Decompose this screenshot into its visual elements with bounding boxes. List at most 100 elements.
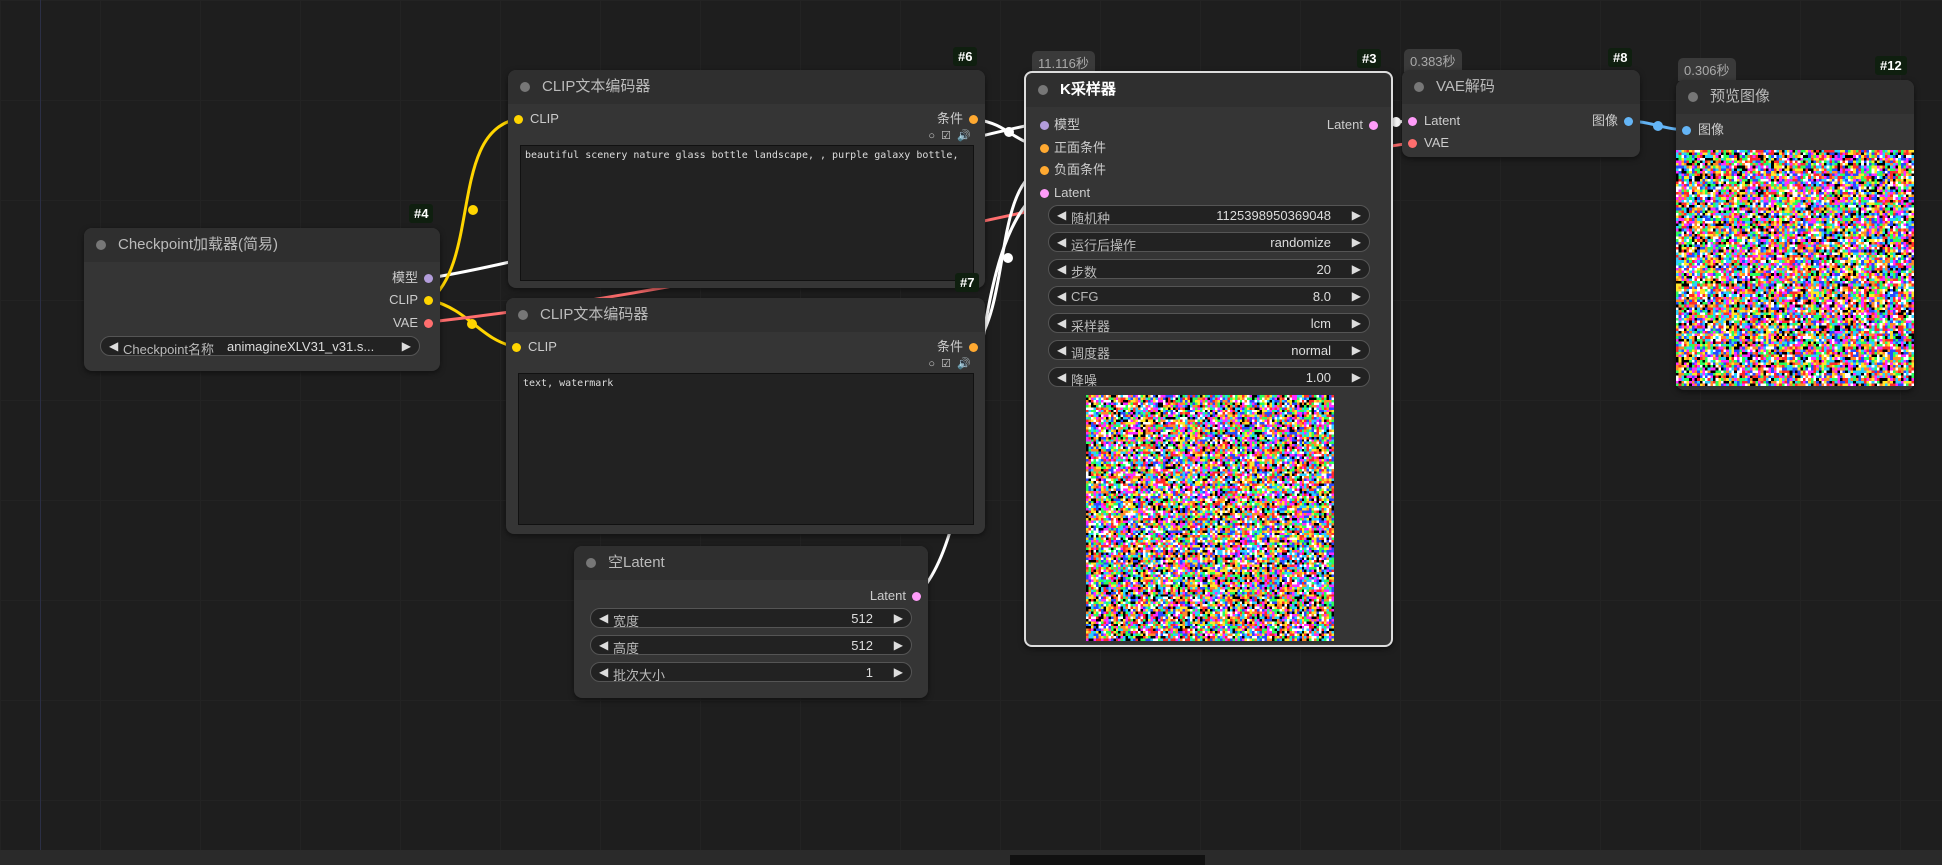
empty-latent-node[interactable]: 空Latent Latent ◀ 宽度 512 ▶ ◀ 高度 512 ▶ ◀ 批… — [574, 546, 928, 698]
output-label-conditioning: 条件 — [936, 111, 963, 126]
node-id-badge: #8 — [1608, 48, 1633, 67]
arrow-right-icon[interactable]: ▶ — [894, 638, 903, 652]
output-pin-model[interactable] — [424, 274, 433, 283]
speaker-icon[interactable]: 🔊 — [957, 129, 971, 142]
steps-number-widget[interactable]: ◀ 步数 20 ▶ — [1048, 259, 1370, 280]
bottom-preview-thumbnail — [1010, 855, 1205, 865]
widget-value: normal — [1291, 343, 1331, 358]
radio-icon[interactable]: ○ — [928, 130, 935, 142]
node-title-text: CLIP文本编码器 — [542, 78, 651, 95]
checkbox-icon[interactable]: ☑ — [941, 129, 951, 142]
node-title-text: 空Latent — [608, 554, 665, 571]
collapse-dot-icon[interactable] — [1038, 85, 1048, 95]
collapse-dot-icon[interactable] — [586, 558, 596, 568]
output-label-image: 图像 — [1591, 113, 1618, 128]
arrow-left-icon[interactable]: ◀ — [1057, 370, 1066, 384]
collapse-dot-icon[interactable] — [1688, 92, 1698, 102]
output-pin-latent[interactable] — [912, 592, 921, 601]
arrow-right-icon[interactable]: ▶ — [402, 339, 411, 353]
arrow-left-icon[interactable]: ◀ — [1057, 289, 1066, 303]
output-pin-conditioning[interactable] — [969, 115, 978, 124]
checkpoint-loader-node[interactable]: Checkpoint加载器(简易) 模型 CLIP VAE ◀ Checkpoi… — [84, 228, 440, 371]
node-title[interactable]: K采样器 — [1026, 73, 1391, 107]
height-number-widget[interactable]: ◀ 高度 512 ▶ — [590, 635, 912, 656]
widget-name: 批次大小 — [613, 668, 666, 683]
input-pin-model[interactable] — [1040, 121, 1049, 130]
arrow-left-icon[interactable]: ◀ — [599, 611, 608, 625]
arrow-left-icon[interactable]: ◀ — [1057, 262, 1066, 276]
arrow-left-icon[interactable]: ◀ — [1057, 208, 1066, 222]
denoise-number-widget[interactable]: ◀ 降噪 1.00 ▶ — [1048, 367, 1370, 388]
clip-text-encode-positive-node[interactable]: CLIP文本编码器 CLIP 条件 ○ ☑ 🔊 — [508, 70, 985, 288]
control-after-generate-combo[interactable]: ◀ 运行后操作 randomize ▶ — [1048, 232, 1370, 253]
checkbox-icon[interactable]: ☑ — [941, 357, 951, 370]
preview-image-node[interactable]: 预览图像 图像 — [1676, 80, 1914, 390]
collapse-dot-icon[interactable] — [96, 240, 106, 250]
input-pin-positive[interactable] — [1040, 144, 1049, 153]
clip-text-encode-negative-node[interactable]: CLIP文本编码器 CLIP 条件 ○ ☑ 🔊 — [506, 298, 985, 534]
collapse-dot-icon[interactable] — [520, 82, 530, 92]
cfg-number-widget[interactable]: ◀ CFG 8.0 ▶ — [1048, 286, 1370, 306]
arrow-right-icon[interactable]: ▶ — [1352, 370, 1361, 384]
output-pin-image[interactable] — [1624, 117, 1633, 126]
arrow-right-icon[interactable]: ▶ — [1352, 289, 1361, 303]
arrow-left-icon[interactable]: ◀ — [1057, 343, 1066, 357]
arrow-left-icon[interactable]: ◀ — [599, 638, 608, 652]
input-label-positive: 正面条件 — [1054, 140, 1107, 155]
node-title[interactable]: CLIP文本编码器 — [508, 70, 985, 104]
arrow-right-icon[interactable]: ▶ — [1352, 235, 1361, 249]
node-title[interactable]: 预览图像 — [1676, 80, 1914, 114]
input-label-image: 图像 — [1698, 122, 1725, 137]
node-id-badge: #12 — [1875, 56, 1907, 75]
arrow-left-icon[interactable]: ◀ — [1057, 316, 1066, 330]
width-number-widget[interactable]: ◀ 宽度 512 ▶ — [590, 608, 912, 629]
input-pin-clip[interactable] — [514, 115, 523, 124]
node-id-badge: #6 — [953, 47, 978, 66]
input-pin-latent[interactable] — [1408, 117, 1417, 126]
arrow-left-icon[interactable]: ◀ — [599, 665, 608, 679]
arrow-right-icon[interactable]: ▶ — [1352, 316, 1361, 330]
arrow-right-icon[interactable]: ▶ — [894, 665, 903, 679]
input-pin-latent[interactable] — [1040, 189, 1049, 198]
bottom-scrollbar[interactable] — [0, 850, 1942, 865]
widget-name: 高度 — [613, 641, 640, 656]
scheduler-combo[interactable]: ◀ 调度器 normal ▶ — [1048, 340, 1370, 361]
ckpt-name-combo[interactable]: ◀ Checkpoint名称 animagineXLV31_v31.s... ▶ — [100, 336, 420, 357]
input-label-negative: 负面条件 — [1054, 162, 1107, 177]
arrow-right-icon[interactable]: ▶ — [1352, 208, 1361, 222]
output-pin-vae[interactable] — [424, 319, 433, 328]
node-title[interactable]: VAE解码 — [1402, 70, 1640, 104]
radio-icon[interactable]: ○ — [928, 358, 935, 370]
widget-name: 调度器 — [1071, 346, 1111, 361]
arrow-right-icon[interactable]: ▶ — [1352, 343, 1361, 357]
arrow-right-icon[interactable]: ▶ — [1352, 262, 1361, 276]
widget-value: 8.0 — [1312, 289, 1331, 304]
widget-name: 宽度 — [613, 614, 640, 629]
prompt-textarea[interactable] — [518, 373, 974, 525]
input-label-clip: CLIP — [530, 111, 559, 126]
output-pin-conditioning[interactable] — [969, 343, 978, 352]
collapse-dot-icon[interactable] — [518, 310, 528, 320]
collapse-dot-icon[interactable] — [1414, 82, 1424, 92]
input-pin-clip[interactable] — [512, 343, 521, 352]
seed-number-widget[interactable]: ◀ 随机种 1125398950369048 ▶ — [1048, 205, 1370, 226]
output-pin-latent[interactable] — [1369, 121, 1378, 130]
prompt-textarea[interactable] — [520, 145, 974, 281]
widget-name: 随机种 — [1071, 211, 1111, 226]
input-pin-image[interactable] — [1682, 126, 1691, 135]
input-pin-negative[interactable] — [1040, 166, 1049, 175]
speaker-icon[interactable]: 🔊 — [957, 357, 971, 370]
node-title[interactable]: Checkpoint加载器(简易) — [84, 228, 440, 262]
execution-time-badge: 0.306秒 — [1678, 58, 1736, 81]
arrow-left-icon[interactable]: ◀ — [1057, 235, 1066, 249]
node-title[interactable]: CLIP文本编码器 — [506, 298, 985, 332]
arrow-left-icon[interactable]: ◀ — [109, 339, 118, 353]
batch-size-number-widget[interactable]: ◀ 批次大小 1 ▶ — [590, 662, 912, 683]
ksampler-node[interactable]: K采样器 模型 正面条件 负面条件 Latent Latent ◀ 随机种 11… — [1024, 71, 1393, 647]
vae-decode-node[interactable]: VAE解码 Latent VAE 图像 — [1402, 70, 1640, 157]
node-title[interactable]: 空Latent — [574, 546, 928, 580]
arrow-right-icon[interactable]: ▶ — [894, 611, 903, 625]
input-pin-vae[interactable] — [1408, 139, 1417, 148]
sampler-name-combo[interactable]: ◀ 采样器 lcm ▶ — [1048, 313, 1370, 334]
output-pin-clip[interactable] — [424, 296, 433, 305]
